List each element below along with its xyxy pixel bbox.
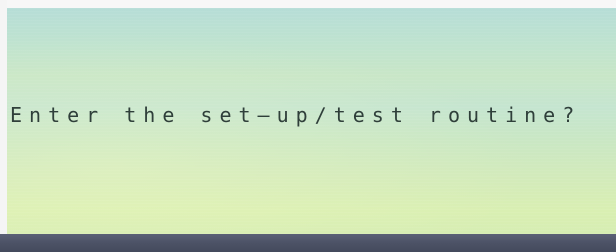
lcd-screen: Enter the set—up∕test routine?	[7, 8, 616, 234]
left-edge	[0, 0, 7, 252]
top-edge	[0, 0, 616, 8]
device-bezel	[0, 234, 616, 252]
setup-prompt-text: Enter the set—up∕test routine?	[10, 103, 582, 127]
